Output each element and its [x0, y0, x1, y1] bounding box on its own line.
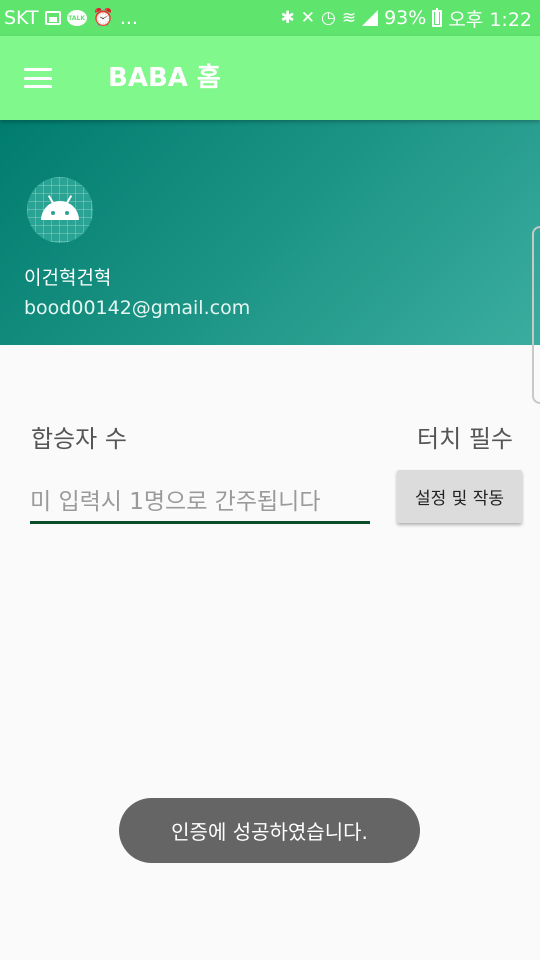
menu-icon[interactable] [20, 62, 56, 94]
app-bar: BABA 홈 [0, 36, 540, 120]
battery-icon [432, 7, 443, 27]
avatar[interactable] [27, 177, 93, 243]
status-time: 오후 1:22 [448, 8, 532, 31]
gallery-icon [44, 11, 61, 25]
user-email: bood00142@gmail.com [24, 297, 251, 319]
bluetooth-icon: ✱ [280, 7, 295, 28]
battery-percent: 93% [384, 7, 427, 29]
status-bar-left: SKT TALK ⏰ ... [4, 7, 138, 29]
nav-header: 이건혁건혁 bood00142@gmail.com [0, 120, 540, 345]
kakao-talk-text: TALK [68, 14, 86, 22]
passenger-count-label: 합승자 수 [31, 425, 127, 453]
wifi-icon: ≋ [341, 7, 357, 28]
mute-icon: ✕ [300, 7, 315, 28]
alarm-icon: ⏰ [92, 7, 114, 28]
app-title: BABA 홈 [108, 63, 221, 93]
kakao-talk-icon: TALK [66, 10, 87, 26]
more-notifications: ... [119, 7, 138, 29]
signal-icon [362, 10, 379, 26]
setup-and-run-button[interactable]: 설정 및 작동 [397, 470, 522, 523]
status-bar: SKT TALK ⏰ ... ✱ ✕ ◷ ≋ 93% 오후 1:22 [0, 0, 540, 36]
touch-required-label: 터치 필수 [417, 425, 513, 453]
status-bar-right: ✱ ✕ ◷ ≋ 93% 오후 1:22 [281, 5, 533, 32]
edge-panel-handle[interactable] [532, 226, 540, 404]
android-icon [41, 195, 79, 220]
carrier-label: SKT [4, 7, 39, 29]
toast-message: 인증에 성공하였습니다. [119, 798, 420, 863]
alarm-clock-icon: ◷ [321, 7, 336, 28]
user-name: 이건혁건혁 [24, 267, 112, 289]
passenger-count-input[interactable] [30, 482, 370, 524]
